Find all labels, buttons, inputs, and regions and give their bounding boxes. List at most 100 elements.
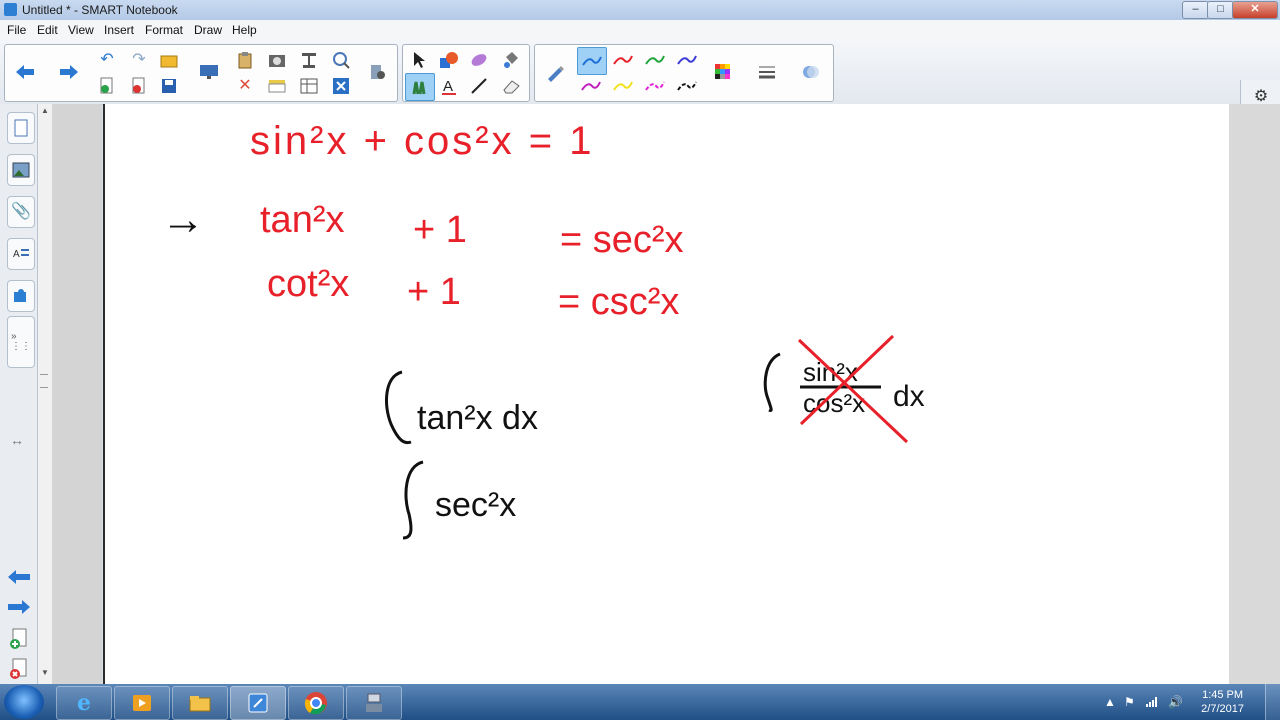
- delete-page-icon[interactable]: [125, 73, 153, 99]
- show-desktop-button[interactable]: [1265, 684, 1280, 720]
- add-page-icon[interactable]: [93, 73, 121, 99]
- menu-bar: File Edit View Insert Format Draw Help: [0, 20, 1280, 40]
- sidebar-scrollbar[interactable]: ▲ ▼: [38, 104, 53, 684]
- menu-file[interactable]: File: [7, 23, 26, 37]
- smart-notebook-app-icon: [4, 3, 17, 16]
- document-camera-icon[interactable]: [295, 47, 323, 73]
- next-page-icon[interactable]: [6, 598, 32, 621]
- gallery-search-icon[interactable]: [327, 47, 355, 73]
- pen-type-icon[interactable]: [541, 59, 569, 85]
- integral-tan-squared: tan²x dx: [417, 399, 538, 437]
- line-style-icon[interactable]: [753, 59, 781, 85]
- redo-icon[interactable]: ↷: [125, 47, 153, 73]
- cut-icon[interactable]: ✕: [231, 73, 259, 99]
- internet-explorer-icon[interactable]: e: [56, 686, 112, 720]
- display-screen-icon[interactable]: [195, 59, 223, 85]
- ink-layer: sin²x + cos²x = 1 → tan²x + 1 = sec²x co…: [161, 119, 925, 540]
- shapes-icon[interactable]: [435, 47, 463, 73]
- pens-icon[interactable]: [405, 73, 435, 101]
- menu-format[interactable]: Format: [145, 23, 183, 37]
- undo-icon[interactable]: ↶: [93, 47, 121, 73]
- menu-draw[interactable]: Draw: [194, 23, 222, 37]
- select-arrow-icon[interactable]: [405, 47, 433, 73]
- identity-cot-plus-one: + 1: [407, 271, 461, 313]
- pen-color-pink-dashed[interactable]: [641, 73, 669, 99]
- right-margin-area: [1229, 104, 1280, 684]
- line-tool-icon[interactable]: [465, 73, 493, 99]
- menu-insert[interactable]: Insert: [104, 23, 134, 37]
- minimize-button[interactable]: –: [1182, 1, 1209, 19]
- delete-icon[interactable]: [327, 73, 355, 99]
- page-sorter-icon[interactable]: [7, 112, 35, 144]
- media-player-icon[interactable]: [114, 686, 170, 720]
- title-bar: Untitled * - SMART Notebook – □ ✕: [0, 0, 1280, 20]
- pen-color-black-dashed[interactable]: [673, 73, 701, 99]
- action-center-flag-icon[interactable]: ⚑: [1124, 695, 1135, 709]
- pen-color-yellow[interactable]: [609, 73, 637, 99]
- integral-sign-2: [402, 460, 424, 540]
- delete-page-side-icon[interactable]: [8, 658, 28, 685]
- pen-color-blue[interactable]: [577, 47, 607, 75]
- properties-icon[interactable]: [363, 59, 391, 85]
- volume-icon[interactable]: 🔊: [1168, 695, 1183, 709]
- properties-tab-icon[interactable]: A: [7, 238, 35, 270]
- screen-capture-icon[interactable]: [263, 47, 291, 73]
- gallery-icon[interactable]: [7, 154, 35, 186]
- fill-icon[interactable]: [497, 47, 525, 73]
- pen-color-magenta[interactable]: [577, 73, 605, 99]
- screen-shade-icon[interactable]: [263, 73, 291, 99]
- whiteboard-canvas[interactable]: sin²x + cos²x = 1 → tan²x + 1 = sec²x co…: [103, 104, 1231, 684]
- svg-text:A: A: [13, 249, 20, 260]
- toolbar-group-pen-options: [534, 44, 834, 102]
- scroll-down-icon[interactable]: ▼: [41, 668, 49, 677]
- canvas-gutter: [52, 104, 102, 684]
- text-icon[interactable]: A: [435, 73, 463, 99]
- sidebar-collapse-handle[interactable]: » ⋮⋮: [7, 316, 35, 368]
- svg-text:A: A: [443, 78, 453, 95]
- add-ons-icon[interactable]: [7, 280, 35, 312]
- transparency-icon[interactable]: [797, 59, 825, 85]
- open-folder-icon[interactable]: [155, 47, 183, 73]
- identity-pythagorean: sin²x + cos²x = 1: [250, 119, 594, 163]
- chrome-icon[interactable]: [288, 686, 344, 720]
- previous-page-icon[interactable]: [6, 568, 32, 591]
- clock-date: 2/7/2017: [1201, 703, 1244, 715]
- scroll-up-icon[interactable]: ▲: [41, 106, 49, 115]
- fraction-numerator: sin²x: [803, 357, 858, 387]
- clock-time: 1:45 PM: [1202, 689, 1244, 701]
- integral-3-dx: dx: [893, 380, 925, 413]
- start-button[interactable]: [4, 685, 44, 719]
- eraser-icon[interactable]: [497, 73, 525, 99]
- integral-sec-squared: sec²x: [435, 486, 516, 524]
- menu-view[interactable]: View: [68, 23, 94, 37]
- save-icon[interactable]: [155, 73, 183, 99]
- color-palette-icon[interactable]: [709, 59, 737, 85]
- network-signal-icon[interactable]: [1146, 695, 1160, 710]
- maximize-button[interactable]: □: [1207, 1, 1234, 19]
- paste-icon[interactable]: [231, 47, 259, 73]
- pen-color-purple[interactable]: [673, 47, 701, 73]
- file-explorer-icon[interactable]: [172, 686, 228, 720]
- insert-table-icon[interactable]: [295, 73, 323, 99]
- back-arrow-icon[interactable]: [11, 59, 39, 85]
- smart-tools-icon[interactable]: [346, 686, 402, 720]
- pen-color-red[interactable]: [609, 47, 637, 73]
- add-page-side-icon[interactable]: [8, 628, 28, 655]
- main-toolbar: ↶ ↷ ✕ A ⚙: [0, 40, 1280, 144]
- system-clock[interactable]: 1:45 PM 2/7/2017: [1201, 688, 1244, 716]
- integral-sign-3: [763, 352, 781, 412]
- integral-sign-1: [385, 370, 412, 445]
- attachments-icon[interactable]: 📎: [7, 196, 35, 228]
- pen-color-green[interactable]: [641, 47, 669, 73]
- forward-arrow-icon[interactable]: [55, 59, 83, 85]
- magic-pen-icon[interactable]: [465, 47, 493, 73]
- identity-tan-plus-one: + 1: [413, 209, 467, 251]
- resize-sidebar-icon[interactable]: ↔: [10, 432, 24, 448]
- show-hidden-icons[interactable]: ▲: [1104, 695, 1116, 709]
- scroll-grip[interactable]: [40, 374, 48, 388]
- identity-csc-result: = csc²x: [558, 281, 679, 323]
- menu-help[interactable]: Help: [232, 23, 257, 37]
- smart-notebook-taskbar-icon[interactable]: [230, 686, 286, 720]
- menu-edit[interactable]: Edit: [37, 23, 58, 37]
- close-button[interactable]: ✕: [1232, 1, 1278, 19]
